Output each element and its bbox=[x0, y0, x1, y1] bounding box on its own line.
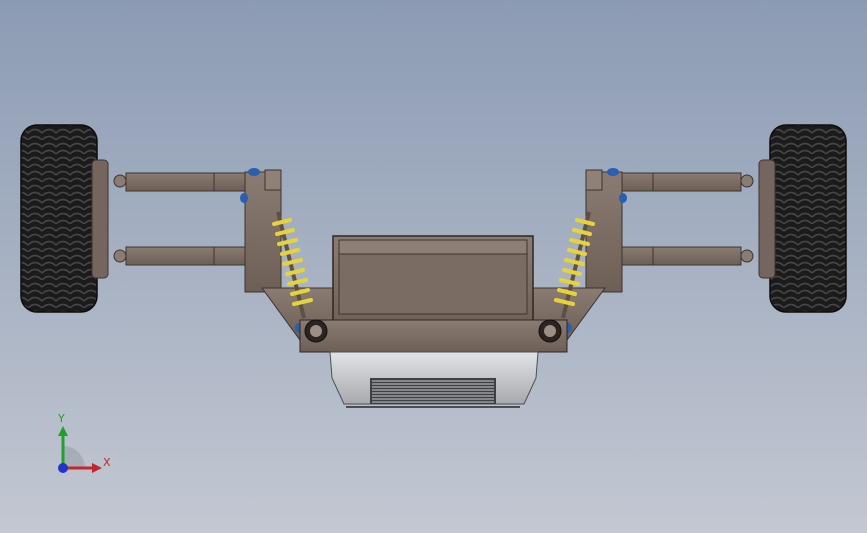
radiator-cooler[interactable] bbox=[329, 351, 539, 408]
right-hub bbox=[758, 159, 776, 279]
right-upright-bracket[interactable] bbox=[528, 169, 623, 341]
left-wheel[interactable] bbox=[20, 124, 109, 313]
left-tire bbox=[20, 124, 98, 313]
right-tire bbox=[769, 124, 847, 313]
triad-x-label: X bbox=[103, 456, 111, 469]
right-wheel[interactable] bbox=[758, 124, 847, 313]
graphics-viewport[interactable]: Y X bbox=[0, 0, 867, 533]
left-upright-bracket[interactable] bbox=[244, 169, 339, 341]
triad-y-label: Y bbox=[58, 412, 65, 425]
left-hub bbox=[91, 159, 109, 279]
center-chassis-housing[interactable] bbox=[299, 235, 568, 353]
suspension-model[interactable] bbox=[0, 0, 867, 533]
